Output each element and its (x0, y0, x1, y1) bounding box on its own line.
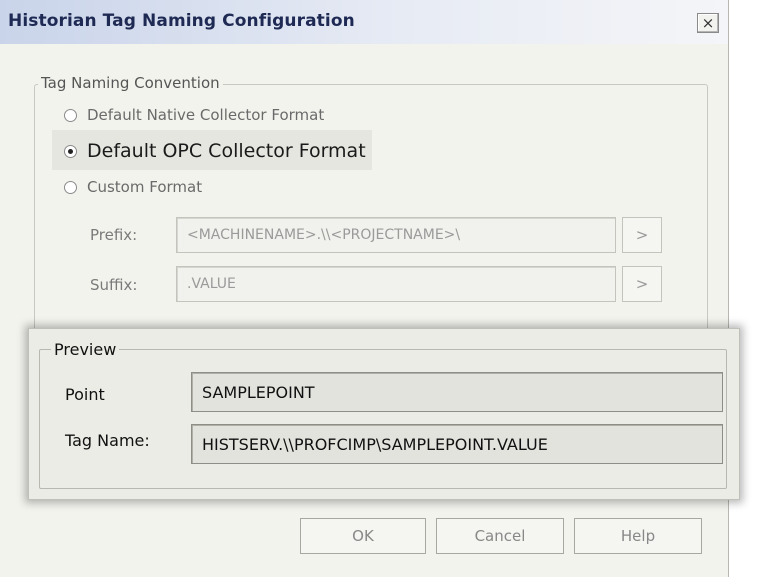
point-label: Point (65, 385, 105, 404)
suffix-label: Suffix: (90, 276, 138, 294)
prefix-label: Prefix: (90, 226, 138, 244)
suffix-input[interactable]: .VALUE (176, 266, 616, 302)
preview-panel: Preview Point SAMPLEPOINT Tag Name: HIST… (28, 328, 740, 500)
ok-button[interactable]: OK (300, 518, 426, 554)
tag-name-label: Tag Name: (65, 431, 150, 450)
radio-button-checked-icon (64, 144, 77, 158)
suffix-browse-button[interactable]: > (622, 266, 662, 302)
tag-naming-legend: Tag Naming Convention (38, 74, 223, 92)
point-field: SAMPLEPOINT (191, 372, 723, 412)
radio-button-icon (64, 180, 77, 194)
prefix-browse-button[interactable]: > (622, 217, 662, 253)
close-icon: × (701, 14, 715, 32)
tag-name-field: HISTSERV.\\PROFCIMP\SAMPLEPOINT.VALUE (191, 424, 723, 464)
preview-group (39, 349, 727, 489)
radio-button-icon (64, 108, 77, 122)
radio-native-label: Default Native Collector Format (87, 106, 325, 124)
radio-opc-label: Default OPC Collector Format (87, 140, 366, 162)
close-button[interactable]: × (697, 13, 719, 33)
window-title: Historian Tag Naming Configuration (8, 11, 355, 31)
prefix-input[interactable]: <MACHINENAME>.\\<PROJECTNAME>\ (176, 217, 616, 253)
radio-native-format[interactable]: Default Native Collector Format (64, 106, 324, 124)
help-button[interactable]: Help (574, 518, 702, 554)
preview-legend: Preview (51, 340, 120, 359)
radio-custom-format[interactable]: Custom Format (64, 178, 202, 196)
cancel-button[interactable]: Cancel (436, 518, 564, 554)
radio-opc-format[interactable]: Default OPC Collector Format (64, 140, 366, 162)
title-bar: Historian Tag Naming Configuration × (0, 0, 728, 44)
radio-custom-label: Custom Format (87, 178, 203, 196)
